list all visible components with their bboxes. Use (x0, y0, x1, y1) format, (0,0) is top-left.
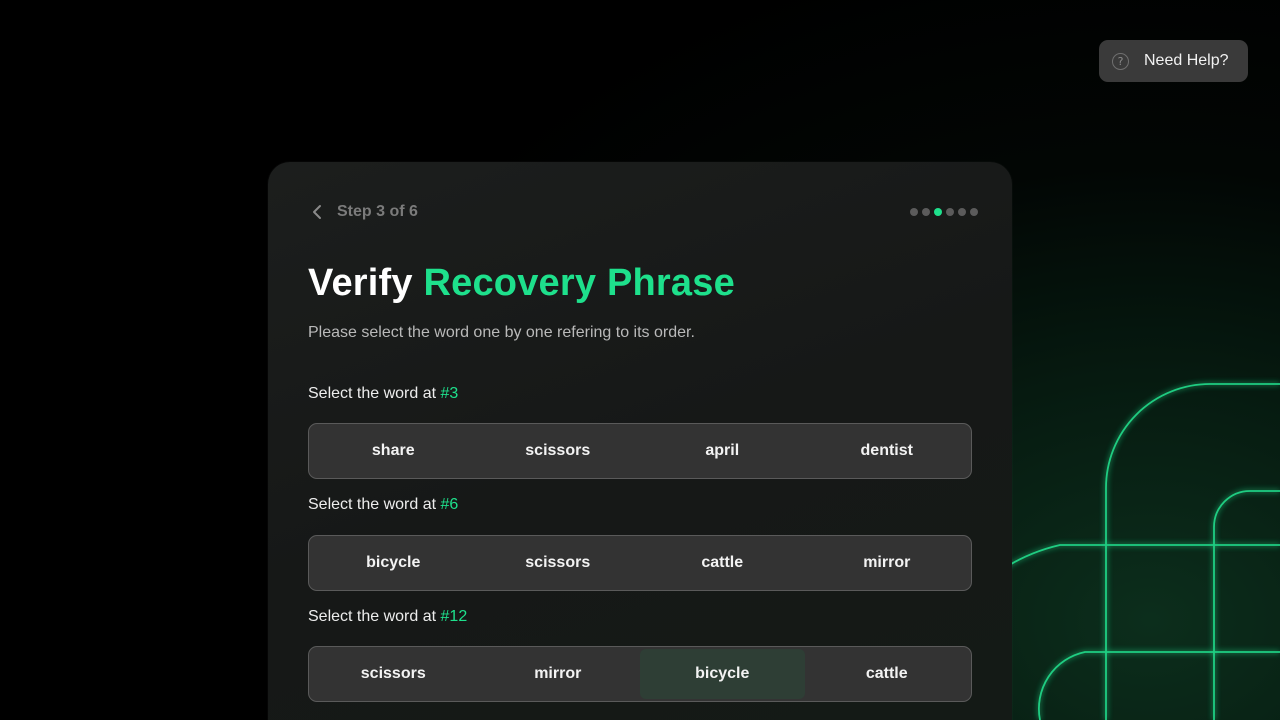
word-option[interactable]: mirror (805, 538, 970, 588)
word-options-1: share scissors april dentist (308, 423, 972, 479)
title-accent: Recovery Phrase (423, 262, 735, 304)
word-option[interactable]: share (311, 426, 476, 476)
step-dot-5 (958, 208, 966, 216)
question-circle-icon: ? (1112, 52, 1129, 70)
question-prefix: Select the word at (308, 385, 441, 402)
question-label-2: Select the word at #6 (308, 496, 458, 514)
word-options-3: scissors mirror bicycle cattle (308, 646, 972, 702)
step-dot-3 (934, 208, 942, 216)
word-options-2: bicycle scissors cattle mirror (308, 535, 972, 591)
question-number: #12 (440, 608, 468, 625)
chevron-left-icon[interactable] (308, 202, 326, 222)
word-option[interactable]: april (640, 426, 805, 476)
step-dot-2 (922, 208, 930, 216)
word-option[interactable]: scissors (476, 538, 641, 588)
question-prefix: Select the word at (308, 496, 441, 513)
word-option[interactable]: bicycle (311, 538, 476, 588)
word-option[interactable]: cattle (805, 649, 970, 699)
need-help-label: Need Help? (1144, 52, 1229, 69)
page-subtitle: Please select the word one by one referi… (308, 324, 695, 341)
question-prefix: Select the word at (308, 608, 441, 625)
question-label-1: Select the word at #3 (308, 385, 458, 403)
verify-card: Step 3 of 6 Verify Recovery Phrase Pleas… (268, 162, 1012, 720)
word-option[interactable]: mirror (476, 649, 641, 699)
page-title: Verify Recovery Phrase (308, 262, 735, 305)
need-help-button[interactable]: ? Need Help? (1099, 40, 1248, 82)
step-dot-4 (946, 208, 954, 216)
question-number: #6 (440, 496, 459, 513)
step-indicator-text: Step 3 of 6 (337, 203, 418, 220)
step-dot-6 (970, 208, 978, 216)
word-option[interactable]: scissors (311, 649, 476, 699)
question-label-3: Select the word at #12 (308, 608, 467, 626)
step-dot-1 (910, 208, 918, 216)
word-option-selected[interactable]: bicycle (640, 649, 805, 699)
title-prefix: Verify (308, 262, 424, 304)
question-number: #3 (440, 385, 459, 402)
step-progress-dots (910, 208, 978, 216)
word-option[interactable]: dentist (805, 426, 970, 476)
word-option[interactable]: cattle (640, 538, 805, 588)
word-option[interactable]: scissors (476, 426, 641, 476)
step-header: Step 3 of 6 (308, 202, 418, 222)
